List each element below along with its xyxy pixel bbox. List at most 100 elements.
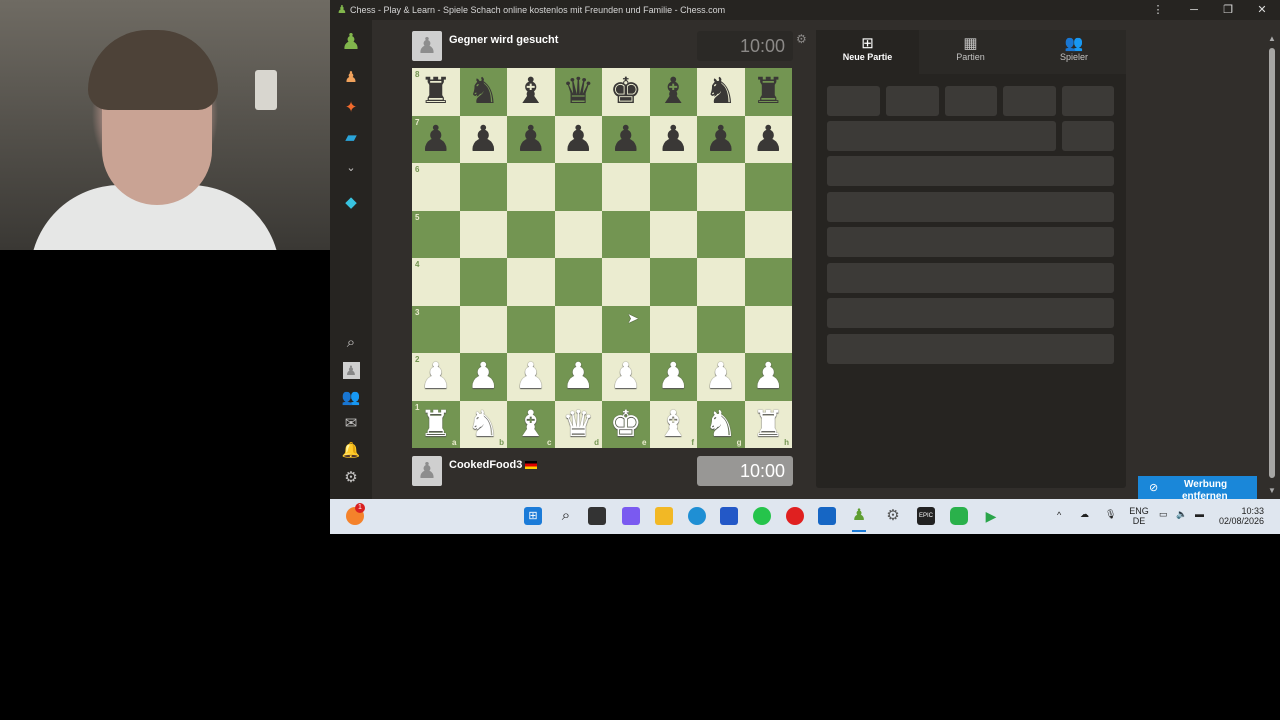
square-g4[interactable] (697, 258, 745, 306)
black-piece-f7[interactable]: ♟ (650, 116, 698, 164)
square-e5[interactable] (602, 210, 650, 258)
square-h6[interactable] (744, 163, 792, 211)
square-a4[interactable]: 4 (412, 258, 460, 306)
black-piece-a8[interactable]: ♜ (412, 68, 460, 116)
black-piece-c8[interactable]: ♝ (507, 68, 555, 116)
edge-icon[interactable] (688, 507, 706, 525)
outlook-icon[interactable] (818, 507, 836, 525)
whatsapp-icon[interactable] (753, 507, 771, 525)
square-b5[interactable] (459, 210, 507, 258)
bell-icon[interactable]: 🔔 (339, 439, 363, 463)
remove-ads-button[interactable]: ⊘ Werbung entfernen (1138, 476, 1257, 502)
square-d6[interactable] (554, 163, 602, 211)
tab-players[interactable]: 👥 Spieler (1022, 30, 1126, 74)
white-piece-g1[interactable]: ♞ (697, 401, 745, 449)
task-view-icon[interactable] (588, 507, 606, 525)
display-icon[interactable]: ▭ (1159, 509, 1168, 520)
mail-icon[interactable]: ✉ (339, 412, 363, 436)
square-h3[interactable] (744, 305, 792, 353)
chevron-down-icon[interactable]: ⌄ (339, 156, 363, 180)
white-piece-g2[interactable]: ♟ (697, 353, 745, 401)
more-options-icon[interactable]: ⋮ (1145, 2, 1171, 18)
friends-icon[interactable]: 👥 (339, 386, 363, 410)
scroll-down-icon[interactable]: ▼ (1268, 486, 1276, 495)
chess-icon[interactable]: ♟ (850, 507, 868, 525)
settings-icon[interactable]: ⚙ (884, 507, 902, 525)
square-e3[interactable] (602, 305, 650, 353)
black-piece-d7[interactable]: ♟ (555, 116, 603, 164)
square-h4[interactable] (744, 258, 792, 306)
language-indicator[interactable]: ENG DE (1129, 506, 1149, 526)
media-icon[interactable]: ▶ (982, 507, 1000, 525)
learn-icon[interactable]: ▰ (339, 126, 363, 150)
white-piece-h2[interactable]: ♟ (745, 353, 793, 401)
gear-icon[interactable]: ⚙ (339, 466, 363, 490)
white-piece-d2[interactable]: ♟ (555, 353, 603, 401)
black-piece-e8[interactable]: ♚ (602, 68, 650, 116)
search-icon[interactable]: ⌕ (339, 331, 363, 355)
white-piece-h1[interactable]: ♜ (745, 401, 793, 449)
square-g6[interactable] (697, 163, 745, 211)
chess-logo-icon[interactable]: ♟ (339, 30, 363, 54)
black-piece-h8[interactable]: ♜ (745, 68, 793, 116)
square-h5[interactable] (744, 210, 792, 258)
square-f5[interactable] (649, 210, 697, 258)
black-piece-e7[interactable]: ♟ (602, 116, 650, 164)
square-c6[interactable] (507, 163, 555, 211)
search-icon[interactable]: ⌕ (557, 507, 575, 525)
board-settings-icon[interactable]: ⚙ (796, 32, 807, 46)
black-piece-g8[interactable]: ♞ (697, 68, 745, 116)
scrollbar[interactable]: ▲ ▼ (1268, 34, 1276, 495)
close-button[interactable]: ✕ (1249, 2, 1275, 18)
chevron-up-icon[interactable]: ^ (1057, 510, 1061, 520)
square-f6[interactable] (649, 163, 697, 211)
square-b4[interactable] (459, 258, 507, 306)
white-piece-d1[interactable]: ♛ (555, 401, 603, 449)
white-piece-b2[interactable]: ♟ (460, 353, 508, 401)
youtube-icon[interactable] (786, 507, 804, 525)
game-icon[interactable] (950, 507, 968, 525)
tab-games[interactable]: ▦ Partien (919, 30, 1022, 74)
avatar-icon[interactable]: ♟ (339, 359, 363, 383)
scroll-up-icon[interactable]: ▲ (1268, 34, 1276, 43)
white-piece-f1[interactable]: ♝ (650, 401, 698, 449)
tab-new-game[interactable]: ⊞ Neue Partie (816, 30, 919, 74)
maximize-button[interactable]: ❐ (1215, 2, 1241, 18)
battery-icon[interactable]: ▬ (1195, 509, 1204, 519)
black-piece-a7[interactable]: ♟ (412, 116, 460, 164)
minimize-button[interactable]: ─ (1181, 2, 1207, 18)
square-f3[interactable] (649, 305, 697, 353)
white-piece-b1[interactable]: ♞ (460, 401, 508, 449)
onedrive-icon[interactable]: ☁ (1080, 509, 1089, 520)
white-piece-e1[interactable]: ♚ (602, 401, 650, 449)
start-icon[interactable]: ⊞ (524, 507, 542, 525)
black-piece-b7[interactable]: ♟ (460, 116, 508, 164)
microphone-icon[interactable]: 🎙 (1105, 509, 1116, 520)
black-piece-f8[interactable]: ♝ (650, 68, 698, 116)
black-piece-d8[interactable]: ♛ (555, 68, 603, 116)
scrollbar-thumb[interactable] (1269, 48, 1275, 478)
puzzle-icon[interactable]: ✦ (339, 96, 363, 120)
pawn-icon[interactable]: ♟ (339, 66, 363, 90)
square-b3[interactable] (459, 305, 507, 353)
black-piece-h7[interactable]: ♟ (745, 116, 793, 164)
white-piece-a1[interactable]: ♜ (412, 401, 460, 449)
square-a5[interactable]: 5 (412, 210, 460, 258)
square-b6[interactable] (459, 163, 507, 211)
diamond-icon[interactable]: ◆ (339, 191, 363, 215)
copilot-icon[interactable] (622, 507, 640, 525)
square-g3[interactable] (697, 305, 745, 353)
explorer-icon[interactable] (655, 507, 673, 525)
square-c3[interactable] (507, 305, 555, 353)
square-e6[interactable] (602, 163, 650, 211)
black-piece-b8[interactable]: ♞ (460, 68, 508, 116)
volume-icon[interactable]: 🔈 (1176, 509, 1187, 520)
square-d4[interactable] (554, 258, 602, 306)
square-g5[interactable] (697, 210, 745, 258)
white-piece-c1[interactable]: ♝ (507, 401, 555, 449)
epic-icon[interactable]: EPIC (917, 507, 935, 525)
square-f4[interactable] (649, 258, 697, 306)
chess-board[interactable]: 8 ♜ ♞ ♝ ♛ ♚ ♝ ♞ ♜ 7 ♟ ♟ ♟ ♟ ♟ ♟ ♟ ♟ 6 5 4 3 2 ♟ ♟ ♟ ♟ ♟ ♟ ♟ ♟ 1 a ♜ b ♞ c ♝ d ♛… (412, 68, 792, 448)
black-piece-c7[interactable]: ♟ (507, 116, 555, 164)
white-piece-f2[interactable]: ♟ (650, 353, 698, 401)
